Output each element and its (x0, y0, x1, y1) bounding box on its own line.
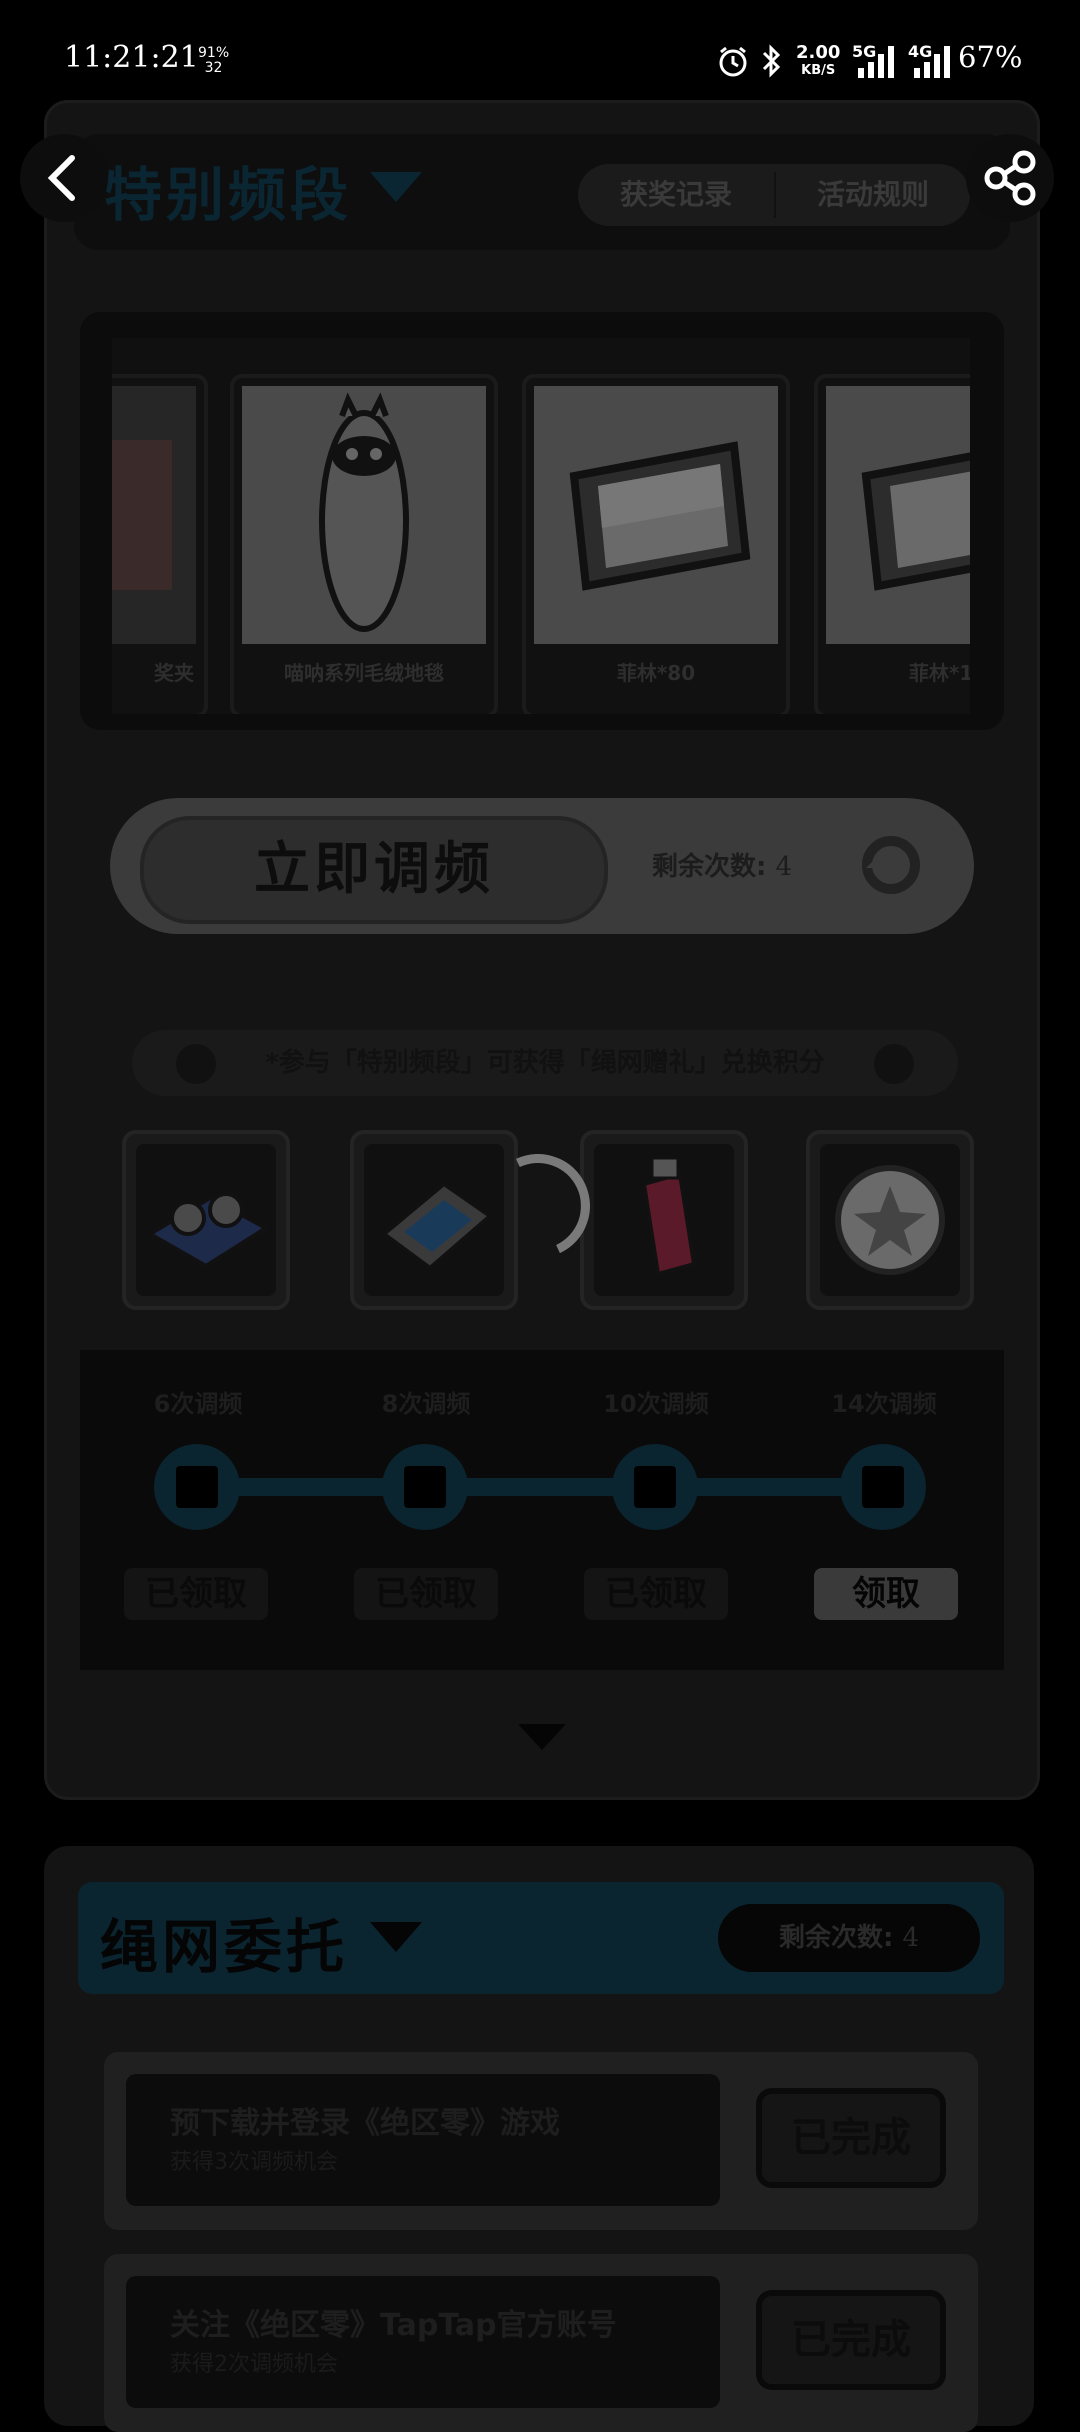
section-remaining: 剩余次数: 4 (718, 1904, 980, 1972)
prize-card[interactable]: 菲林*10 (814, 374, 970, 714)
task-complete-button[interactable]: 已完成 (756, 2088, 946, 2188)
remaining-count: 剩余次数: 4 (652, 846, 792, 883)
claimed-button[interactable]: 已领取 (584, 1568, 728, 1620)
task-subtitle: 获得3次调频机会 (170, 2150, 338, 2175)
reward-image (136, 1144, 276, 1296)
reward-image (820, 1144, 960, 1296)
section-dropdown-icon[interactable] (370, 1922, 422, 1952)
prize-card[interactable]: 奖夹 (112, 374, 208, 714)
gift-icon (634, 1466, 676, 1508)
rug-image (319, 392, 409, 632)
refresh-icon[interactable] (856, 830, 926, 900)
task-title: 预下载并登录《绝区零》游戏 (170, 2106, 560, 2141)
device-image (380, 1181, 494, 1271)
prize-image (242, 386, 486, 644)
milestone-label: 10次调频 (603, 1390, 709, 1418)
section-title: 绳网委托 (100, 1913, 349, 1981)
reward-image (364, 1144, 504, 1296)
prize-label: 菲林*80 (616, 661, 696, 685)
network-speed-unit: KB/S (801, 63, 836, 78)
section-remaining-label: 剩余次数: (778, 1923, 894, 1953)
milestone-gift[interactable] (612, 1444, 698, 1530)
reward-item[interactable] (806, 1130, 974, 1310)
prize-card[interactable]: 喵呐系列毛绒地毯 (230, 374, 498, 714)
remaining-value: 4 (775, 852, 793, 882)
task-info: 预下载并登录《绝区零》游戏 获得3次调频机会 (126, 2074, 720, 2206)
page-title: 特别频段 (104, 161, 353, 229)
network-speed-value: 2.00 (796, 42, 841, 63)
tab-rules[interactable]: 活动规则 (776, 164, 970, 226)
network-speed: 2.00 KB/S (796, 44, 840, 80)
task-complete-button[interactable]: 已完成 (756, 2290, 946, 2390)
prize-label: 菲林*10 (908, 661, 970, 685)
task-info: 关注《绝区零》TapTap官方账号 获得2次调频机会 (126, 2276, 720, 2408)
share-icon (984, 150, 1036, 206)
chevron-left-icon (47, 155, 75, 201)
remaining-label: 剩余次数: (652, 852, 767, 882)
status-bar: 11:21:21 91% 32 2.00 KB/S 5G 4G 67% (0, 0, 1080, 110)
gift-icon (404, 1466, 446, 1508)
reward-item[interactable] (580, 1130, 748, 1310)
prize-image (112, 386, 196, 644)
claimed-button[interactable]: 已领取 (124, 1568, 268, 1620)
prize-card[interactable]: 菲林*80 (522, 374, 790, 714)
task-item: 预下载并登录《绝区零》游戏 获得3次调频机会 已完成 (104, 2052, 978, 2230)
milestone-gift[interactable] (382, 1444, 468, 1530)
gift-icon (176, 1466, 218, 1508)
milestone-track (196, 1478, 886, 1496)
alarm-icon (719, 46, 747, 77)
milestone-gift[interactable] (840, 1444, 926, 1530)
reward-item[interactable] (122, 1130, 290, 1310)
signal-icon (858, 46, 894, 78)
header-tabs: 获奖记录 活动规则 (578, 164, 970, 226)
milestone-label: 14次调频 (831, 1390, 937, 1418)
tab-records[interactable]: 获奖记录 (578, 164, 774, 226)
title-dropdown-icon[interactable] (370, 172, 422, 202)
tune-now-button[interactable]: 立即调频 (140, 816, 608, 924)
prize-image (534, 386, 778, 644)
spray-can-image (641, 1156, 697, 1277)
task-title: 关注《绝区零》TapTap官方账号 (170, 2308, 617, 2343)
status-small-top: 91% (198, 45, 230, 61)
film-reel-image (861, 452, 970, 591)
claim-button[interactable]: 领取 (814, 1568, 958, 1620)
battery-level: 67% (958, 40, 1023, 74)
prize-label: 奖夹 (154, 661, 194, 685)
reward-image (594, 1144, 734, 1296)
gift-icon (862, 1466, 904, 1508)
bluetooth-icon (762, 44, 781, 78)
milestone-gift[interactable] (154, 1444, 240, 1530)
signal-icon-2 (914, 46, 950, 78)
task-item: 关注《绝区零》TapTap官方账号 获得2次调频机会 已完成 (104, 2254, 978, 2432)
poster-image (112, 440, 172, 590)
milestone-label: 6次调频 (153, 1390, 243, 1418)
cassette-player-image (146, 1192, 270, 1269)
task-subtitle: 获得2次调频机会 (170, 2352, 338, 2377)
prize-carousel[interactable]: 奖夹 喵呐系列毛绒地毯 菲林*80 菲林*1 (112, 338, 970, 714)
share-button[interactable] (966, 134, 1054, 222)
film-reel-image (569, 441, 751, 591)
prize-image (826, 386, 970, 644)
section-remaining-value: 4 (902, 1923, 919, 1953)
claimed-button[interactable]: 已领取 (354, 1568, 498, 1620)
coin-image (835, 1165, 945, 1275)
status-small-indicator: 91% 32 (198, 46, 229, 76)
info-text: *参与「特别频段」可获得「绳网赠礼」兑换积分 (265, 1048, 825, 1078)
milestone-label: 8次调频 (381, 1390, 471, 1418)
status-small-bottom: 32 (204, 60, 223, 76)
prize-label: 喵呐系列毛绒地毯 (284, 661, 444, 685)
back-button[interactable] (20, 134, 108, 222)
status-time: 11:21:21 (64, 40, 199, 75)
expand-chevron-icon[interactable] (518, 1724, 566, 1750)
